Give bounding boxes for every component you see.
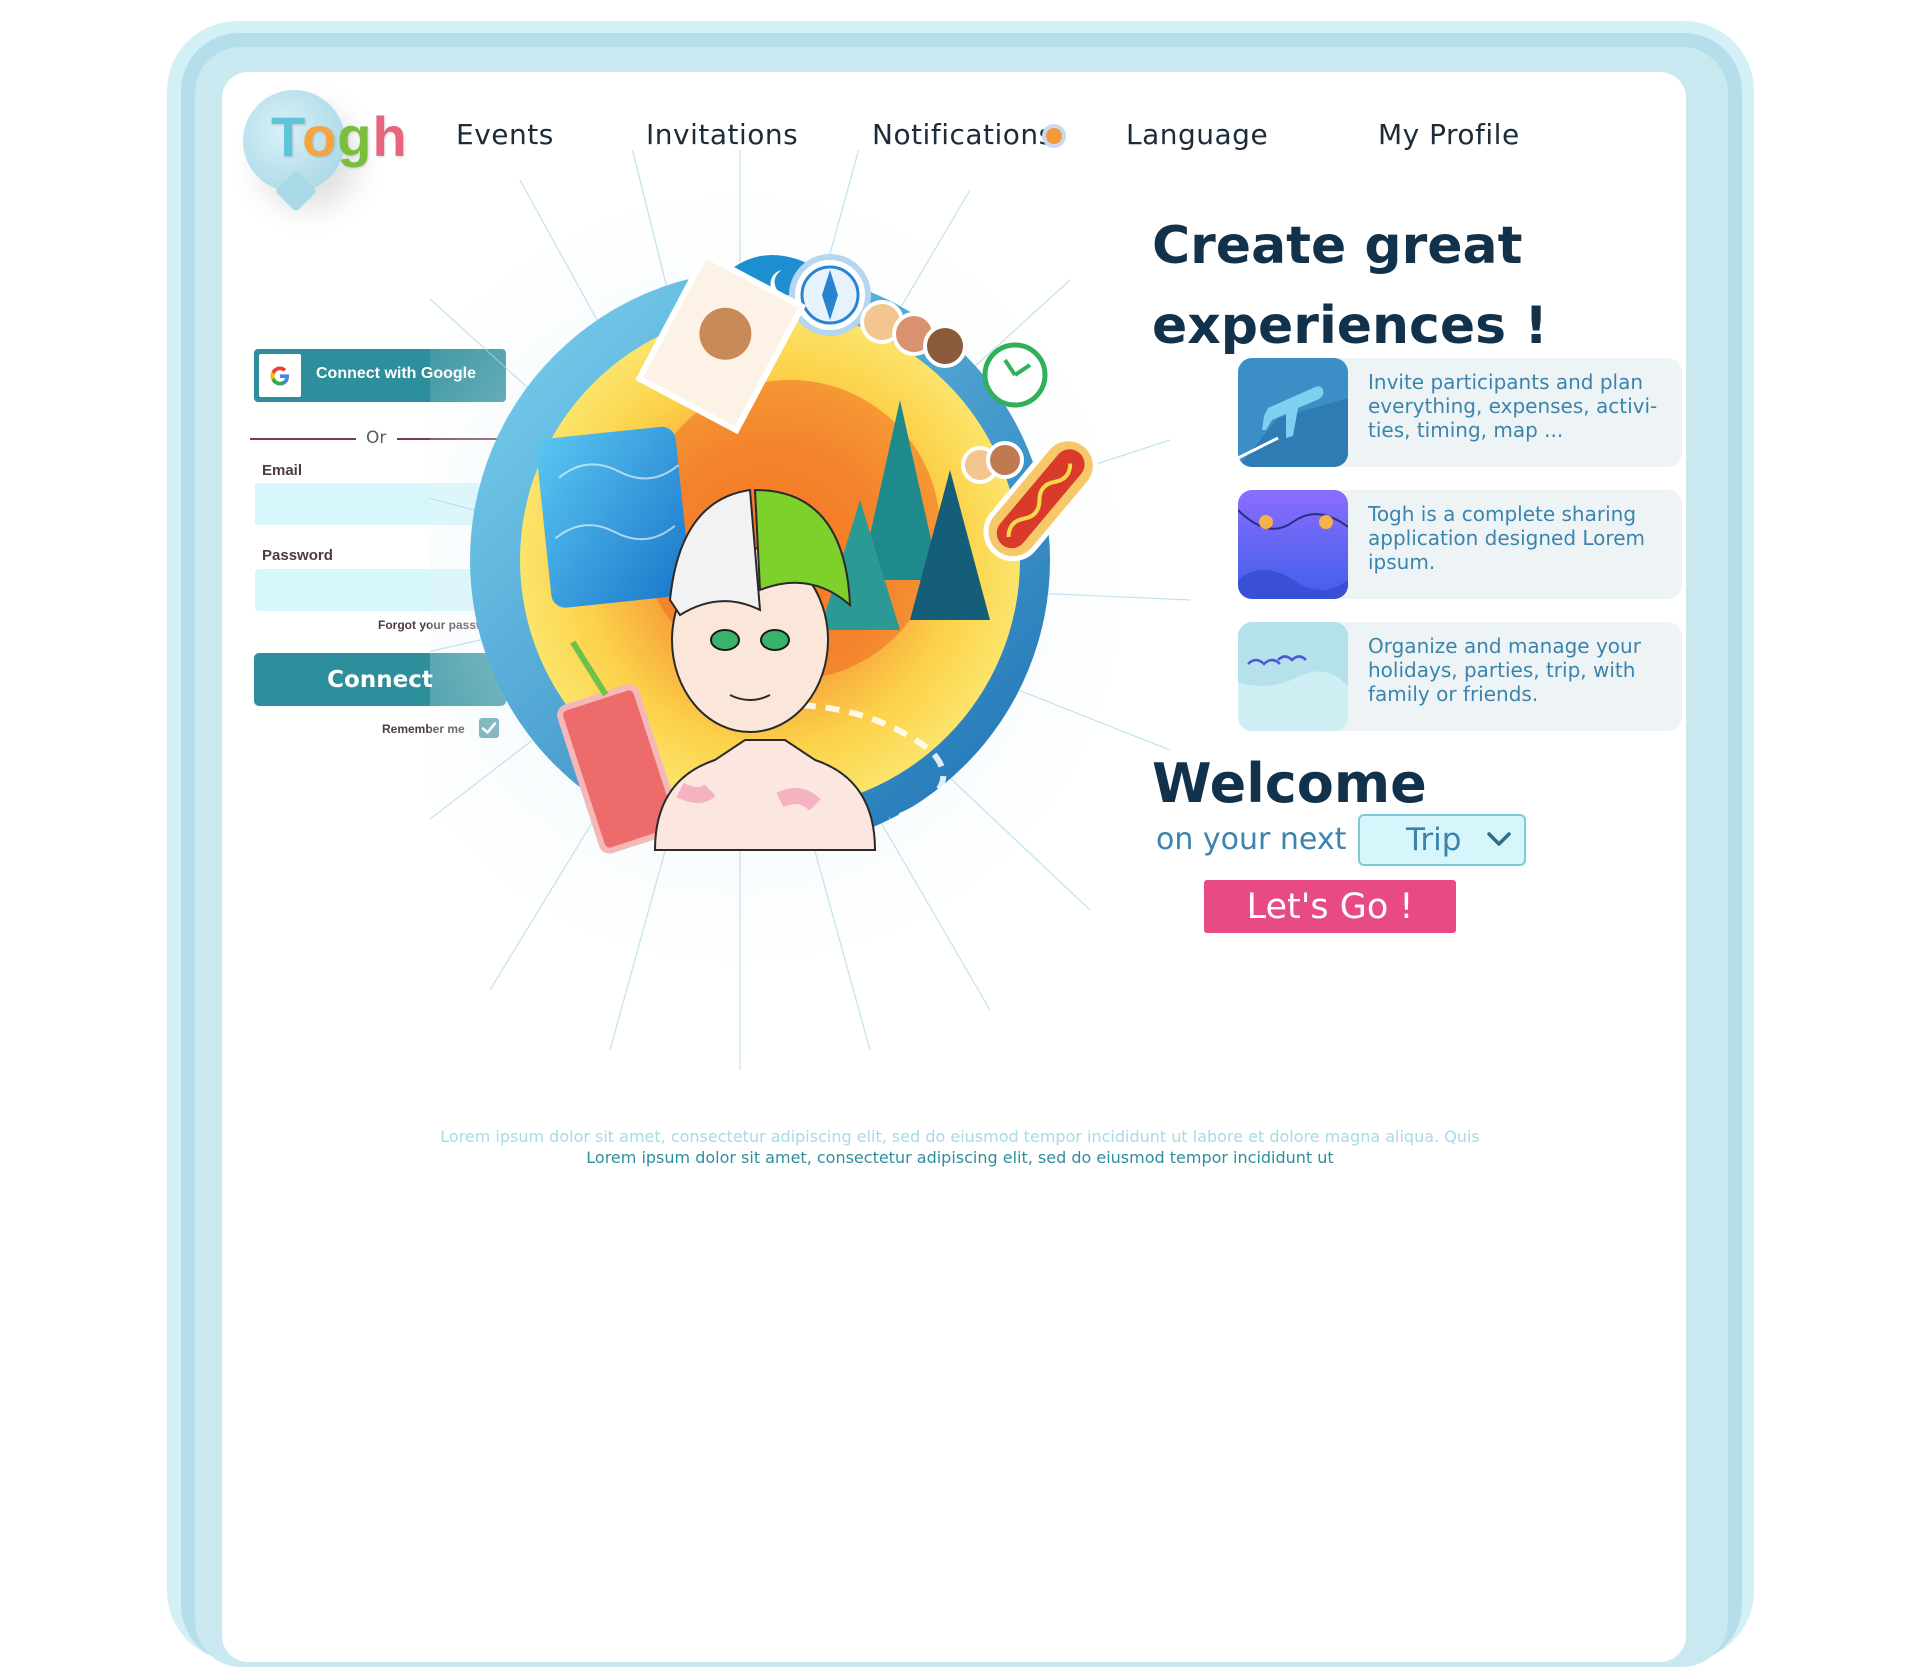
password-label: Password [262,547,333,564]
email-label: Email [262,462,303,479]
google-icon [259,354,301,397]
nav-language[interactable]: Language [1126,118,1268,151]
divider-left [250,438,356,440]
feature-text: Invite participants and plan everything,… [1368,370,1658,442]
string-lights-icon [1238,490,1348,599]
nav-invitations[interactable]: Invitations [646,118,798,151]
hero-headline: Create great experiences ! [1152,206,1572,366]
hero-illustration [430,150,1191,1070]
welcome-subtitle: on your next [1156,822,1347,857]
birds-sky-icon [1238,622,1348,731]
trip-type-dropdown[interactable]: Trip [1358,814,1526,866]
avatar [923,324,967,368]
headline-line-2: experiences ! [1152,296,1548,356]
logo-letter: o [302,105,338,168]
feature-card: Invite participants and plan everything,… [1238,358,1682,467]
footer-text-line-1: Lorem ipsum dolor sit amet, consectetur … [440,1127,1480,1146]
feature-text: Organize and manage your holidays, parti… [1368,634,1641,706]
logo-letter: g [337,105,373,168]
logo-letter: T [271,105,303,168]
feature-text: Togh is a complete sharing application d… [1368,502,1645,574]
footer-text-line-2: Lorem ipsum dolor sit amet, consectetur … [586,1148,1334,1167]
feature-card: Organize and manage your holidays, parti… [1238,622,1682,731]
welcome-title: Welcome [1152,752,1427,815]
pool-tile [536,426,691,608]
feature-card: Togh is a complete sharing application d… [1238,490,1682,599]
chevron-down-icon [1487,832,1511,846]
nav-my-profile[interactable]: My Profile [1378,118,1520,151]
nav-notifications[interactable]: Notifications [872,118,1054,151]
logo-letter: h [372,105,408,168]
airplane-icon [1238,358,1348,467]
avatar [986,441,1024,479]
notification-badge-icon [1042,124,1066,148]
logo[interactable]: Togh [243,90,407,213]
headline-line-1: Create great [1152,216,1523,276]
trip-selected-value: Trip [1406,822,1462,858]
or-label: Or [366,428,387,448]
logo-text: Togh [271,104,408,169]
nav-events[interactable]: Events [456,118,554,151]
lets-go-button[interactable]: Let's Go ! [1204,880,1456,933]
